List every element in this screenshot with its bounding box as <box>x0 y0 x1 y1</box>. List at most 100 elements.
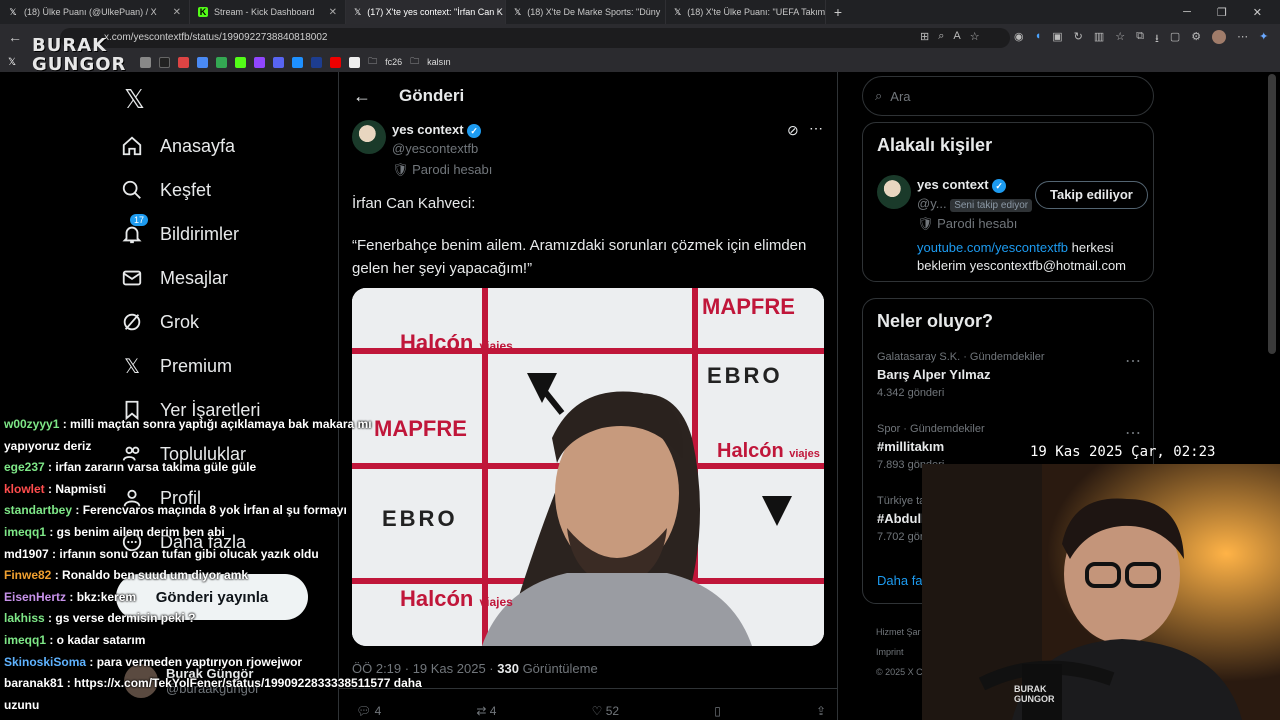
menu-icon[interactable]: ⋯ <box>1237 30 1248 49</box>
sponsor-logo: Halcón viajes <box>400 330 513 355</box>
card-title: Neler oluyor? <box>877 311 994 331</box>
bookmark-icon[interactable] <box>311 56 323 68</box>
browser-tab[interactable]: 𝕏 (18) Ülke Puanı (@UlkePuan) / X ✕ <box>0 0 190 24</box>
author-avatar[interactable] <box>352 120 386 154</box>
x-bookmark-icon[interactable]: 𝕏 <box>8 57 16 68</box>
nav-messages[interactable]: Mesajlar <box>120 256 330 300</box>
copilot-icon[interactable]: ✦ <box>1259 30 1268 49</box>
home-icon <box>120 134 144 158</box>
author-name[interactable]: yes context <box>392 122 464 137</box>
following-button[interactable]: Takip ediliyor <box>1035 181 1148 209</box>
kick-bookmark-icon[interactable] <box>235 56 247 68</box>
more-options-icon[interactable]: ⋯ <box>809 120 823 137</box>
browser-tab[interactable]: 𝕏(18) X'te De Marke Sports: "Düny✕ <box>506 0 666 24</box>
browser-tab-active[interactable]: 𝕏(17) X'te yes context: "İrfan Can K✕ <box>346 0 506 24</box>
chat-username: lakhiss <box>4 611 45 626</box>
minimize-icon[interactable]: ─ <box>1183 6 1191 19</box>
close-icon[interactable]: ✕ <box>329 7 337 18</box>
parody-label: Parodi hesabı <box>412 161 493 177</box>
bookmark-icon[interactable] <box>140 56 152 68</box>
bookmarks-bar: 𝕏 🗀 fc26 🗀 kalsın <box>0 52 1280 72</box>
window-close-icon[interactable]: ✕ <box>1253 6 1262 19</box>
maximize-icon[interactable]: ❐ <box>1217 6 1227 19</box>
browser-tab[interactable]: 𝕏(18) X'te Ülke Puanı: "UEFA Takım✕ <box>666 0 826 24</box>
collections-icon[interactable]: ⧉ <box>1136 30 1144 49</box>
share-button[interactable]: ⇪ <box>816 704 826 718</box>
bookmark-icon[interactable] <box>292 56 304 68</box>
grok-icon[interactable]: ⊘ <box>787 122 799 139</box>
extension-icon[interactable]: ▣ <box>1052 30 1062 49</box>
read-aloud-icon[interactable]: A <box>953 30 960 43</box>
translate-icon[interactable]: ⊞ <box>920 30 929 43</box>
post-text-line2: “Fenerbahçe benim ailem. Aramızdaki soru… <box>352 237 807 277</box>
x-logo-icon[interactable]: 𝕏 <box>124 84 145 115</box>
bio-link[interactable]: youtube.com/yescontextfb <box>917 240 1068 255</box>
browser-tab[interactable]: K Stream - Kick Dashboard ✕ <box>190 0 346 24</box>
nav-premium[interactable]: 𝕏 Premium <box>120 344 330 388</box>
bookmark-button[interactable]: ▯ <box>714 704 721 718</box>
gmail-bookmark-icon[interactable] <box>178 56 190 68</box>
favorite-star-icon[interactable]: ☆ <box>970 30 980 43</box>
chat-message: w00zyyy1 : milli maçtan sonra yaptığı aç… <box>4 414 424 457</box>
follows-you-badge: Seni takip ediyor <box>950 198 1033 212</box>
bookmark-folder-fc26[interactable]: fc26 <box>385 57 402 67</box>
discord-bookmark-icon[interactable] <box>273 56 285 68</box>
split-screen-icon[interactable]: ▥ <box>1094 30 1104 49</box>
repost-button[interactable]: ⇄ 4 <box>476 704 496 718</box>
url-input[interactable]: x.com/yescontextfb/status/19909227388408… <box>60 28 1010 48</box>
chat-message: standartbey : Ferencvaros maçında 8 yok … <box>4 500 424 522</box>
notification-badge: 17 <box>130 214 149 226</box>
nav-home[interactable]: Anasayfa <box>120 124 330 168</box>
chat-username: klowlet <box>4 481 45 496</box>
verified-badge-icon: ✓ <box>992 178 1007 193</box>
page-title: Gönderi <box>399 86 465 105</box>
extension-icon[interactable]: ◉ <box>1014 30 1024 49</box>
docs-bookmark-icon[interactable] <box>197 56 209 68</box>
chat-text: : irfan zararın varsa takıma güle güle <box>44 460 257 475</box>
author-handle[interactable]: @yescontextfb <box>392 141 492 156</box>
extensions-icon[interactable]: ⚙ <box>1191 30 1201 49</box>
folder-icon: 🗀 <box>368 56 378 66</box>
search-icon <box>120 178 144 202</box>
repost-icon: ⇄ <box>476 704 487 718</box>
refresh-icon[interactable]: ↻ <box>1074 30 1083 49</box>
related-people-card: Alakalı kişiler yes context ✓ @y... Seni… <box>862 122 1154 282</box>
chat-text: : Ronaldo ben suud um diyor amk <box>51 568 249 583</box>
trend-item[interactable]: Galatasaray S.K. · Gündemdekiler Barış A… <box>877 351 1141 399</box>
drive-bookmark-icon[interactable] <box>216 56 228 68</box>
back-arrow-icon[interactable]: ← <box>353 86 371 107</box>
more-options-icon[interactable]: ⋯ <box>1125 423 1141 443</box>
verified-badge-icon: ✓ <box>467 123 482 138</box>
new-tab-icon[interactable]: + <box>826 4 850 20</box>
nav-explore[interactable]: Keşfet <box>120 168 330 212</box>
avatar[interactable] <box>877 175 911 209</box>
nav-notifications[interactable]: 17 Bildirimler <box>120 212 330 256</box>
back-icon[interactable]: ← <box>8 29 22 45</box>
chat-text: : milli maçtan sonra yaptığı açıklamaya … <box>4 417 372 453</box>
chat-message: lakhiss : gs verse dermisin peki ? <box>4 608 424 630</box>
profile-avatar[interactable] <box>1212 30 1227 44</box>
streamer-logo-mic: BURAK GUNGOR <box>1014 684 1055 704</box>
download-icon[interactable]: ⭳ <box>1155 30 1159 49</box>
close-icon[interactable]: ✕ <box>173 7 181 18</box>
more-options-icon[interactable]: ⋯ <box>1125 351 1141 371</box>
address-bar: ← x.com/yescontextfb/status/199092273884… <box>0 24 1280 52</box>
heart-icon: ♡ <box>591 704 603 718</box>
like-button[interactable]: ♡ 52 <box>592 704 619 718</box>
extension-icon[interactable]: ◖ <box>1035 30 1042 49</box>
scrollbar[interactable] <box>1268 74 1276 354</box>
nav-grok[interactable]: Grok <box>120 300 330 344</box>
zoom-icon[interactable]: ⌕ <box>938 30 944 43</box>
twitch-bookmark-icon[interactable] <box>254 56 266 68</box>
bookmark-icon[interactable] <box>159 56 171 68</box>
favorites-icon[interactable]: ☆ <box>1115 30 1125 49</box>
chat-text: : https://x.com/TekYolFener/status/19909… <box>4 676 422 712</box>
chat-text: : para vermeden yaptırıyon rjowejwor <box>86 654 303 669</box>
screenshot-icon[interactable]: ▢ <box>1170 30 1180 49</box>
bookmark-icon[interactable] <box>349 56 361 68</box>
search-input[interactable]: ⌕ Ara <box>862 76 1154 116</box>
chat-message: imeqq1 : gs benim ailem derim ben abi <box>4 522 424 544</box>
action-bar: 💬︎ 4 ⇄ 4 ♡ 52 ▯ ⇪ <box>356 704 826 718</box>
bookmark-icon[interactable] <box>330 56 342 68</box>
bookmark-folder-kalsin[interactable]: kalsın <box>427 57 451 67</box>
